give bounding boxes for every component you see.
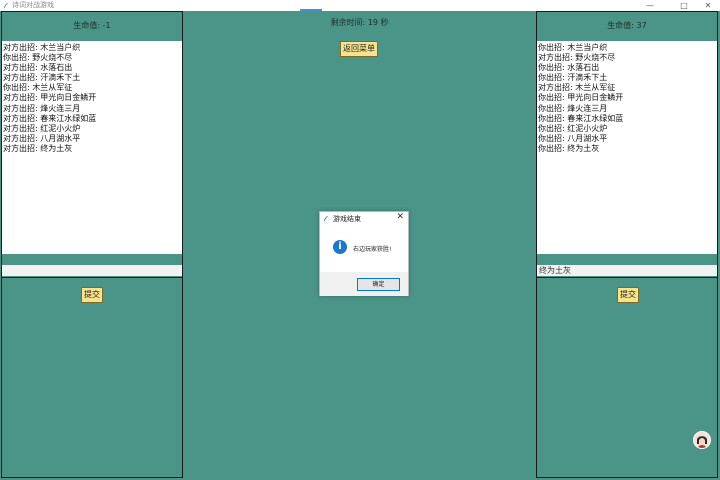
left-divider [2,277,182,278]
log-line: 你出招: 甲光向日金鳞开 [538,93,624,103]
log-line: 对方出招: 木兰从军征 [538,83,616,93]
info-icon: i [333,240,347,254]
left-move-log[interactable]: 对方出招: 木兰当户织 你出招: 野火烧不尽 对方出招: 水落石出 对方出招: … [2,41,182,254]
right-divider [537,277,717,278]
left-submit-button[interactable]: 提交 [81,287,103,303]
log-line: 对方出招: 终为土灰 [3,143,73,153]
log-line: 你出招: 红泥小火炉 [538,123,608,133]
log-line: 对方出招: 野火烧不尽 [538,53,616,63]
avatar[interactable] [693,431,711,449]
user-avatar-icon [694,432,710,448]
game-over-dialog: 游戏结束 ✕ i 右边玩家获胜! 确定 [319,211,409,296]
left-answer-input[interactable] [2,265,182,276]
log-line: 你出招: 春来江水绿如蓝 [538,113,624,123]
close-window-button[interactable]: ✕ [698,0,718,11]
return-menu-button[interactable]: 返回菜单 [340,41,378,57]
log-line: 对方出招: 春来江水绿如蓝 [3,113,97,123]
log-line: 你出招: 八月湖水平 [538,133,608,143]
countdown-timer: 剩余时间: 19 秒 [330,18,389,27]
feather-icon [324,215,329,222]
dialog-footer: 确定 [320,272,408,296]
feather-icon [4,2,9,9]
log-line: 你出招: 木兰从军征 [3,83,73,93]
right-hp-label: 生命值: 37 [607,21,647,30]
window-title: 诗词对战游戏 [12,1,54,9]
right-submit-button[interactable]: 提交 [617,287,639,303]
right-player-panel: 生命值: 37 你出招: 木兰当户织 对方出招: 野火烧不尽 你出招: 水落石出… [536,11,718,478]
log-line: 对方出招: 水落石出 [3,63,73,73]
log-line: 你出招: 水落石出 [538,63,600,73]
left-hp-label: 生命值: -1 [73,21,111,30]
minimize-button[interactable]: — [640,0,660,11]
log-line: 你出招: 汗滴禾下土 [538,73,608,83]
window-titlebar: 诗词对战游戏 — □ ✕ [0,0,720,11]
maximize-button[interactable]: □ [674,0,694,11]
dialog-title: 游戏结束 [333,215,361,223]
left-player-panel: 生命值: -1 对方出招: 木兰当户织 你出招: 野火烧不尽 对方出招: 水落石… [1,11,183,478]
log-line: 对方出招: 烽火连三月 [3,103,81,113]
right-answer-input[interactable]: 终为土灰 [537,265,717,276]
dialog-close-button[interactable]: ✕ [396,212,404,222]
log-line: 你出招: 烽火连三月 [538,103,608,113]
log-line: 对方出招: 甲光向日金鳞开 [3,93,97,103]
log-line: 你出招: 终为土灰 [538,143,600,153]
right-move-log[interactable]: 你出招: 木兰当户织 对方出招: 野火烧不尽 你出招: 水落石出 你出招: 汗滴… [537,41,717,254]
log-line: 你出招: 野火烧不尽 [3,53,73,63]
log-line: 对方出招: 汗滴禾下土 [3,73,81,83]
dialog-ok-button[interactable]: 确定 [357,278,400,291]
log-line: 你出招: 木兰当户织 [538,43,608,52]
log-line: 对方出招: 红泥小火炉 [3,123,81,133]
dialog-message: 右边玩家获胜! [353,246,392,253]
log-line: 对方出招: 木兰当户织 [3,43,81,52]
log-line: 对方出招: 八月湖水平 [3,133,81,143]
